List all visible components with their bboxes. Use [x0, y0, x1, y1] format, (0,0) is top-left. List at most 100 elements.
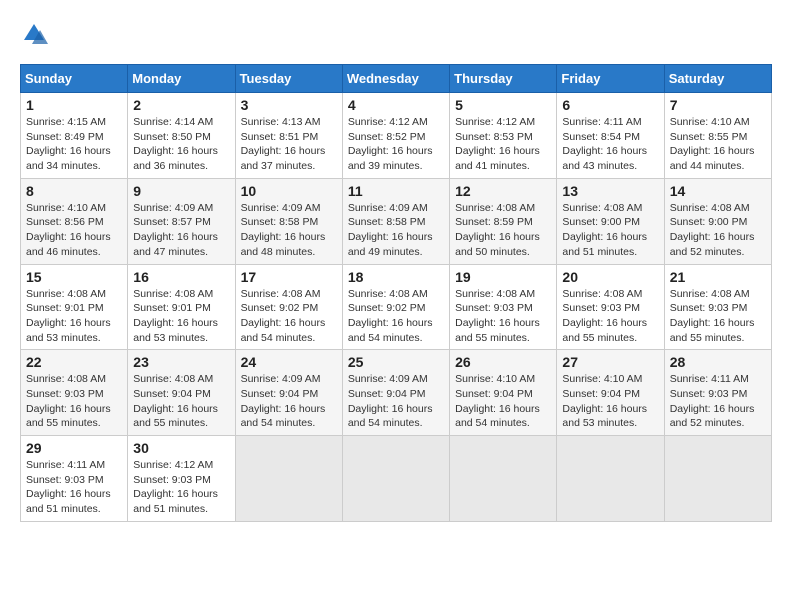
day-number: 14: [670, 183, 766, 199]
calendar-cell: 7Sunrise: 4:10 AM Sunset: 8:55 PM Daylig…: [664, 93, 771, 179]
day-number: 30: [133, 440, 229, 456]
calendar-cell: [450, 436, 557, 522]
week-row-2: 8 Sunrise: 4:10 AM Sunset: 8:56 PM Daylig…: [21, 178, 772, 264]
day-info: Sunrise: 4:11 AM Sunset: 9:03 PM Dayligh…: [670, 372, 766, 431]
day-info: Sunrise: 4:11 AM Sunset: 8:54 PM Dayligh…: [562, 115, 658, 174]
day-number: 3: [241, 97, 337, 113]
calendar-cell: 30 Sunrise: 4:12 AM Sunset: 9:03 PM Dayli…: [128, 436, 235, 522]
day-number: 24: [241, 354, 337, 370]
day-info: Sunrise: 4:10 AM Sunset: 9:04 PM Dayligh…: [455, 372, 551, 431]
day-info: Sunrise: 4:09 AM Sunset: 9:04 PM Dayligh…: [348, 372, 444, 431]
day-number: 4: [348, 97, 444, 113]
header-day-thursday: Thursday: [450, 65, 557, 93]
calendar-cell: 2 Sunrise: 4:14 AM Sunset: 8:50 PM Daylig…: [128, 93, 235, 179]
day-info: Sunrise: 4:12 AM Sunset: 9:03 PM Dayligh…: [133, 458, 229, 517]
day-number: 21: [670, 269, 766, 285]
calendar-cell: 24 Sunrise: 4:09 AM Sunset: 9:04 PM Dayli…: [235, 350, 342, 436]
day-info: Sunrise: 4:08 AM Sunset: 9:03 PM Dayligh…: [562, 287, 658, 346]
day-info: Sunrise: 4:14 AM Sunset: 8:50 PM Dayligh…: [133, 115, 229, 174]
week-row-3: 15 Sunrise: 4:08 AM Sunset: 9:01 PM Dayli…: [21, 264, 772, 350]
day-info: Sunrise: 4:08 AM Sunset: 9:03 PM Dayligh…: [455, 287, 551, 346]
calendar-header-row: SundayMondayTuesdayWednesdayThursdayFrid…: [21, 65, 772, 93]
header-day-friday: Friday: [557, 65, 664, 93]
day-number: 8: [26, 183, 122, 199]
header-day-tuesday: Tuesday: [235, 65, 342, 93]
day-info: Sunrise: 4:08 AM Sunset: 9:02 PM Dayligh…: [348, 287, 444, 346]
calendar-cell: 17 Sunrise: 4:08 AM Sunset: 9:02 PM Dayli…: [235, 264, 342, 350]
day-number: 26: [455, 354, 551, 370]
day-number: 5: [455, 97, 551, 113]
calendar-cell: 15 Sunrise: 4:08 AM Sunset: 9:01 PM Dayli…: [21, 264, 128, 350]
calendar-cell: 14Sunrise: 4:08 AM Sunset: 9:00 PM Dayli…: [664, 178, 771, 264]
day-number: 19: [455, 269, 551, 285]
day-info: Sunrise: 4:09 AM Sunset: 9:04 PM Dayligh…: [241, 372, 337, 431]
day-number: 22: [26, 354, 122, 370]
day-info: Sunrise: 4:08 AM Sunset: 9:00 PM Dayligh…: [562, 201, 658, 260]
week-row-4: 22Sunrise: 4:08 AM Sunset: 9:03 PM Dayli…: [21, 350, 772, 436]
day-info: Sunrise: 4:08 AM Sunset: 9:01 PM Dayligh…: [26, 287, 122, 346]
day-number: 10: [241, 183, 337, 199]
calendar-cell: 25Sunrise: 4:09 AM Sunset: 9:04 PM Dayli…: [342, 350, 449, 436]
day-number: 13: [562, 183, 658, 199]
day-info: Sunrise: 4:08 AM Sunset: 9:03 PM Dayligh…: [670, 287, 766, 346]
logo-icon: [20, 20, 48, 48]
day-info: Sunrise: 4:11 AM Sunset: 9:03 PM Dayligh…: [26, 458, 122, 517]
calendar-cell: 26 Sunrise: 4:10 AM Sunset: 9:04 PM Dayli…: [450, 350, 557, 436]
day-info: Sunrise: 4:08 AM Sunset: 9:04 PM Dayligh…: [133, 372, 229, 431]
day-info: Sunrise: 4:13 AM Sunset: 8:51 PM Dayligh…: [241, 115, 337, 174]
calendar-cell: 10 Sunrise: 4:09 AM Sunset: 8:58 PM Dayli…: [235, 178, 342, 264]
calendar: SundayMondayTuesdayWednesdayThursdayFrid…: [20, 64, 772, 522]
calendar-cell: 1 Sunrise: 4:15 AM Sunset: 8:49 PM Daylig…: [21, 93, 128, 179]
day-number: 11: [348, 183, 444, 199]
page-header: [20, 20, 772, 48]
day-number: 9: [133, 183, 229, 199]
day-info: Sunrise: 4:15 AM Sunset: 8:49 PM Dayligh…: [26, 115, 122, 174]
calendar-cell: 16 Sunrise: 4:08 AM Sunset: 9:01 PM Dayli…: [128, 264, 235, 350]
day-number: 17: [241, 269, 337, 285]
calendar-cell: 27 Sunrise: 4:10 AM Sunset: 9:04 PM Dayli…: [557, 350, 664, 436]
day-info: Sunrise: 4:12 AM Sunset: 8:52 PM Dayligh…: [348, 115, 444, 174]
day-number: 2: [133, 97, 229, 113]
day-info: Sunrise: 4:09 AM Sunset: 8:58 PM Dayligh…: [241, 201, 337, 260]
day-info: Sunrise: 4:08 AM Sunset: 9:02 PM Dayligh…: [241, 287, 337, 346]
day-info: Sunrise: 4:12 AM Sunset: 8:53 PM Dayligh…: [455, 115, 551, 174]
week-row-5: 29 Sunrise: 4:11 AM Sunset: 9:03 PM Dayli…: [21, 436, 772, 522]
day-number: 23: [133, 354, 229, 370]
calendar-cell: 5 Sunrise: 4:12 AM Sunset: 8:53 PM Daylig…: [450, 93, 557, 179]
calendar-cell: 18Sunrise: 4:08 AM Sunset: 9:02 PM Dayli…: [342, 264, 449, 350]
day-info: Sunrise: 4:10 AM Sunset: 8:56 PM Dayligh…: [26, 201, 122, 260]
day-number: 29: [26, 440, 122, 456]
calendar-cell: 23 Sunrise: 4:08 AM Sunset: 9:04 PM Dayli…: [128, 350, 235, 436]
calendar-cell: 4 Sunrise: 4:12 AM Sunset: 8:52 PM Daylig…: [342, 93, 449, 179]
day-number: 16: [133, 269, 229, 285]
calendar-cell: [557, 436, 664, 522]
day-number: 12: [455, 183, 551, 199]
header-day-sunday: Sunday: [21, 65, 128, 93]
day-number: 7: [670, 97, 766, 113]
calendar-cell: 11 Sunrise: 4:09 AM Sunset: 8:58 PM Dayli…: [342, 178, 449, 264]
calendar-cell: 8 Sunrise: 4:10 AM Sunset: 8:56 PM Daylig…: [21, 178, 128, 264]
day-info: Sunrise: 4:09 AM Sunset: 8:57 PM Dayligh…: [133, 201, 229, 260]
calendar-cell: 22Sunrise: 4:08 AM Sunset: 9:03 PM Dayli…: [21, 350, 128, 436]
calendar-cell: [664, 436, 771, 522]
day-info: Sunrise: 4:09 AM Sunset: 8:58 PM Dayligh…: [348, 201, 444, 260]
logo: [20, 20, 52, 48]
header-day-wednesday: Wednesday: [342, 65, 449, 93]
calendar-cell: [235, 436, 342, 522]
calendar-cell: 19 Sunrise: 4:08 AM Sunset: 9:03 PM Dayli…: [450, 264, 557, 350]
calendar-cell: 12Sunrise: 4:08 AM Sunset: 8:59 PM Dayli…: [450, 178, 557, 264]
day-number: 6: [562, 97, 658, 113]
day-number: 15: [26, 269, 122, 285]
calendar-cell: 6 Sunrise: 4:11 AM Sunset: 8:54 PM Daylig…: [557, 93, 664, 179]
week-row-1: 1 Sunrise: 4:15 AM Sunset: 8:49 PM Daylig…: [21, 93, 772, 179]
header-day-saturday: Saturday: [664, 65, 771, 93]
day-info: Sunrise: 4:08 AM Sunset: 9:01 PM Dayligh…: [133, 287, 229, 346]
calendar-cell: 13 Sunrise: 4:08 AM Sunset: 9:00 PM Dayli…: [557, 178, 664, 264]
calendar-cell: 29 Sunrise: 4:11 AM Sunset: 9:03 PM Dayli…: [21, 436, 128, 522]
day-number: 1: [26, 97, 122, 113]
day-number: 27: [562, 354, 658, 370]
day-info: Sunrise: 4:10 AM Sunset: 9:04 PM Dayligh…: [562, 372, 658, 431]
day-number: 20: [562, 269, 658, 285]
calendar-cell: 3 Sunrise: 4:13 AM Sunset: 8:51 PM Daylig…: [235, 93, 342, 179]
calendar-cell: [342, 436, 449, 522]
